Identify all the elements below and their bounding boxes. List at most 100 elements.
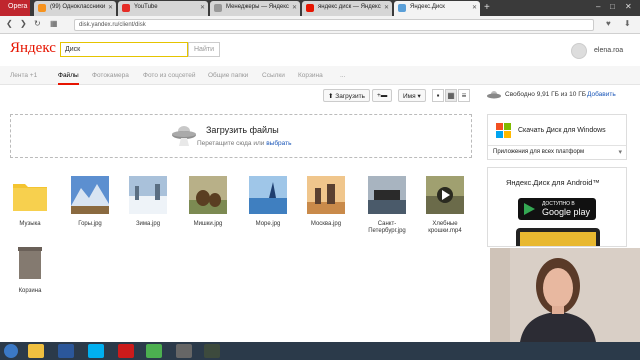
buy-space-link[interactable]: Добавить — [587, 91, 616, 98]
yandex-logo[interactable]: Яндекс — [10, 40, 56, 57]
close-icon[interactable]: ✕ — [384, 4, 389, 11]
forward-icon[interactable]: ❯ — [20, 19, 27, 28]
browser-tab[interactable]: (99) Одноклассники ✕ — [34, 1, 116, 16]
upload-subtitle: Перетащите сюда или выбрать — [197, 140, 292, 147]
avatar[interactable] — [571, 43, 587, 59]
tab-favicon-icon — [122, 4, 130, 12]
reload-icon[interactable]: ↻ — [34, 19, 41, 28]
close-icon[interactable]: ✕ — [472, 4, 477, 11]
chrome-icon[interactable] — [146, 344, 162, 358]
app-icon[interactable] — [204, 344, 220, 358]
ufo-icon — [172, 126, 196, 146]
file-name: Москва.jpg — [310, 221, 342, 227]
google-play-button[interactable]: ДОСТУПНО В Google play — [518, 198, 596, 220]
sort-select[interactable]: Имя ▾ — [398, 89, 426, 102]
tab-camera[interactable]: Фотокамера — [92, 72, 129, 79]
choose-files-link[interactable]: выбрать — [266, 140, 291, 147]
heart-icon[interactable]: ♥ — [606, 19, 611, 28]
view-large-tiles-icon[interactable]: ▪ — [432, 89, 444, 102]
tab-favicon-icon — [398, 4, 406, 12]
ufo-small-icon — [487, 91, 501, 99]
upload-button[interactable]: ⬆ Загрузить — [323, 89, 370, 102]
url-field[interactable]: disk.yandex.ru/client/disk — [74, 19, 594, 31]
close-icon[interactable]: ✕ — [200, 4, 205, 11]
search-input[interactable]: Диск — [60, 42, 188, 57]
browser-tab[interactable]: яндекс диск — Яндекс ✕ — [302, 1, 392, 16]
google-play-icon — [524, 203, 535, 215]
webcam-person — [490, 248, 640, 342]
opera-icon[interactable] — [118, 344, 134, 358]
image-thumbnail — [189, 176, 227, 214]
file-item[interactable]: Санкт-Петербург.jpg — [364, 176, 410, 235]
view-tiles-icon[interactable]: ▦ — [445, 89, 457, 102]
file-item[interactable]: Корзина — [7, 243, 53, 295]
tab-trash[interactable]: Корзина — [298, 72, 323, 79]
chevron-down-icon: ▾ — [417, 93, 421, 100]
opera-menu-button[interactable]: Opera — [0, 0, 30, 16]
file-item[interactable]: Горы.jpg — [67, 176, 113, 228]
download-icon[interactable]: ⬇ — [624, 19, 631, 28]
tab-links[interactable]: Ссылки — [262, 72, 285, 79]
start-button[interactable] — [4, 344, 18, 358]
close-icon[interactable]: ✕ — [108, 4, 113, 11]
tab-social-photos[interactable]: Фото из соцсетей — [143, 72, 196, 79]
image-thumbnail — [71, 176, 109, 214]
file-name: Мишки.jpg — [193, 221, 223, 227]
file-item[interactable]: Музыка — [7, 176, 53, 228]
windows-download-box[interactable]: Скачать Диск для Windows Приложения для … — [487, 114, 627, 160]
speed-dial-icon[interactable]: ▦ — [50, 19, 58, 28]
file-item[interactable]: Зима.jpg — [125, 176, 171, 228]
file-item[interactable]: Море.jpg — [245, 176, 291, 228]
file-name: Музыка — [19, 221, 41, 227]
upload-arrow-icon: ⬆ — [328, 93, 334, 100]
view-list-icon[interactable]: ≡ — [458, 89, 470, 102]
file-item[interactable]: Москва.jpg — [303, 176, 349, 228]
app-icon[interactable] — [176, 344, 192, 358]
browser-tab[interactable]: YouTube ✕ — [118, 1, 208, 16]
file-name: Море.jpg — [255, 221, 281, 227]
close-icon[interactable]: ✕ — [292, 4, 297, 11]
minimize-icon[interactable]: – — [596, 2, 600, 11]
divider — [488, 145, 626, 146]
tab-feed[interactable]: Лента +1 — [10, 72, 37, 79]
windows-download-link[interactable]: Скачать Диск для Windows — [518, 127, 606, 134]
phone-screen — [520, 232, 596, 246]
tab-label: Яндекс.Диск — [410, 4, 445, 10]
tab-favicon-icon — [306, 4, 314, 12]
phone-illustration — [516, 228, 600, 246]
tab-favicon-icon — [38, 4, 46, 12]
tab-label: (99) Одноклассники — [50, 4, 106, 10]
all-platforms-link[interactable]: Приложения для всех платформ — [493, 149, 584, 155]
close-window-icon[interactable]: ✕ — [625, 2, 632, 11]
tab-label: Менеджеры — Яндекс — [226, 4, 289, 10]
skype-icon[interactable] — [88, 344, 104, 358]
search-button[interactable]: Найти — [188, 42, 220, 57]
file-item[interactable]: Хлебные крошки.mp4 — [422, 176, 468, 235]
username-link[interactable]: elena.roa — [594, 47, 623, 54]
webcam-overlay — [490, 248, 640, 342]
tab-shared-folders[interactable]: Общие папки — [208, 72, 248, 79]
explorer-icon[interactable] — [28, 344, 44, 358]
tab-label: YouTube — [134, 4, 158, 10]
folder-icon — [13, 184, 47, 211]
free-space-text: Свободно 9,91 ГБ из 10 ГБ — [505, 91, 586, 98]
tab-label: яндекс диск — Яндекс — [318, 4, 381, 10]
maximize-icon[interactable]: □ — [610, 2, 615, 11]
new-tab-icon[interactable]: + — [484, 2, 490, 13]
back-icon[interactable]: ❮ — [6, 19, 13, 28]
upload-dropzone[interactable]: Загрузить файлы Перетащите сюда или выбр… — [10, 114, 472, 158]
disk-space-info: Свободно 9,91 ГБ из 10 ГБ Добавить — [487, 88, 627, 102]
create-folder-button[interactable]: +▬ — [372, 89, 392, 102]
browser-tab-active[interactable]: Яндекс.Диск ✕ — [394, 1, 480, 16]
browser-tab[interactable]: Менеджеры — Яндекс ✕ — [210, 1, 300, 16]
gplay-big-text: Google play — [542, 207, 591, 217]
image-thumbnail — [249, 176, 287, 214]
file-item[interactable]: Мишки.jpg — [185, 176, 231, 228]
tab-more[interactable]: ... — [340, 72, 345, 79]
file-name: Горы.jpg — [78, 221, 102, 227]
tab-files[interactable]: Файлы — [58, 72, 79, 85]
word-icon[interactable] — [58, 344, 74, 358]
chevron-down-icon[interactable]: ▾ — [618, 148, 622, 156]
upload-hint: Перетащите сюда или — [197, 140, 265, 147]
image-thumbnail — [368, 176, 406, 214]
